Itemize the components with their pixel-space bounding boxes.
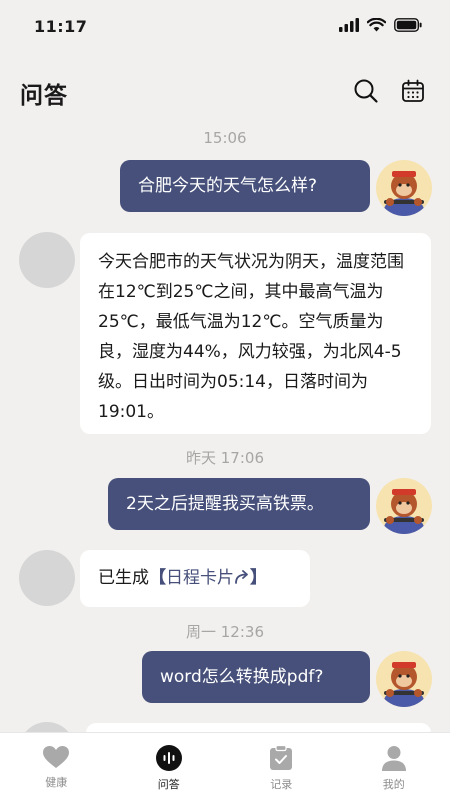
user-avatar[interactable] <box>376 478 432 534</box>
tab-records[interactable]: 记录 <box>225 733 338 801</box>
timestamp: 15:06 <box>0 129 450 147</box>
person-icon <box>381 745 407 771</box>
heart-icon <box>42 745 70 769</box>
page-title: 问答 <box>20 76 68 110</box>
schedule-card-link[interactable]: 日程卡片 <box>166 568 234 588</box>
bracket-close: 】 <box>250 568 267 588</box>
tab-label: 我的 <box>383 776 405 792</box>
user-avatar[interactable] <box>376 160 432 216</box>
search-icon <box>353 78 379 104</box>
search-button[interactable] <box>351 76 381 106</box>
bot-avatar <box>19 722 75 732</box>
timestamp: 昨天 17:06 <box>0 447 450 468</box>
timestamp: 周一 12:36 <box>0 621 450 642</box>
user-avatar[interactable] <box>376 651 432 707</box>
status-time: 11:17 <box>34 17 87 36</box>
tab-qa[interactable]: 问答 <box>113 733 226 801</box>
share-arrow-icon <box>234 570 250 584</box>
status-icons <box>339 18 422 32</box>
tab-label: 问答 <box>158 776 180 792</box>
bot-avatar <box>19 550 75 606</box>
tab-mine[interactable]: 我的 <box>338 733 450 801</box>
monkey-avatar-icon <box>376 160 432 216</box>
header: 问答 <box>0 66 450 116</box>
monkey-avatar-icon <box>376 478 432 534</box>
calendar-icon <box>401 79 425 103</box>
tab-bar: 健康 问答 记录 我的 <box>0 732 450 801</box>
clipboard-check-icon <box>269 745 293 771</box>
user-message[interactable]: word怎么转换成pdf? <box>142 651 370 703</box>
user-message[interactable]: 2天之后提醒我买高铁票。 <box>108 478 370 530</box>
bot-avatar <box>19 232 75 288</box>
monkey-avatar-icon <box>376 651 432 707</box>
voice-wave-icon <box>156 745 182 771</box>
bot-message[interactable] <box>86 723 431 732</box>
bot-message-text: 已生成 <box>98 568 149 588</box>
bot-message[interactable]: 今天合肥市的天气状况为阴天，温度范围在12℃到25℃之间，其中最高气温为25℃，… <box>80 233 431 434</box>
tab-health[interactable]: 健康 <box>0 733 113 801</box>
wifi-icon <box>367 18 386 32</box>
bot-message[interactable]: 已生成【日程卡片】 <box>80 550 310 607</box>
chat-list[interactable]: 15:06 合肥今天的天气怎么样? 今天合肥市的天气状况为阴天，温度范围在12℃… <box>0 120 450 732</box>
calendar-button[interactable] <box>398 76 428 106</box>
signal-icon <box>339 18 359 32</box>
tab-label: 记录 <box>270 776 292 792</box>
user-message[interactable]: 合肥今天的天气怎么样? <box>120 160 370 212</box>
battery-icon <box>394 18 422 32</box>
tab-label: 健康 <box>45 774 67 790</box>
bracket-open: 【 <box>149 568 166 588</box>
status-bar: 11:17 <box>0 0 450 56</box>
